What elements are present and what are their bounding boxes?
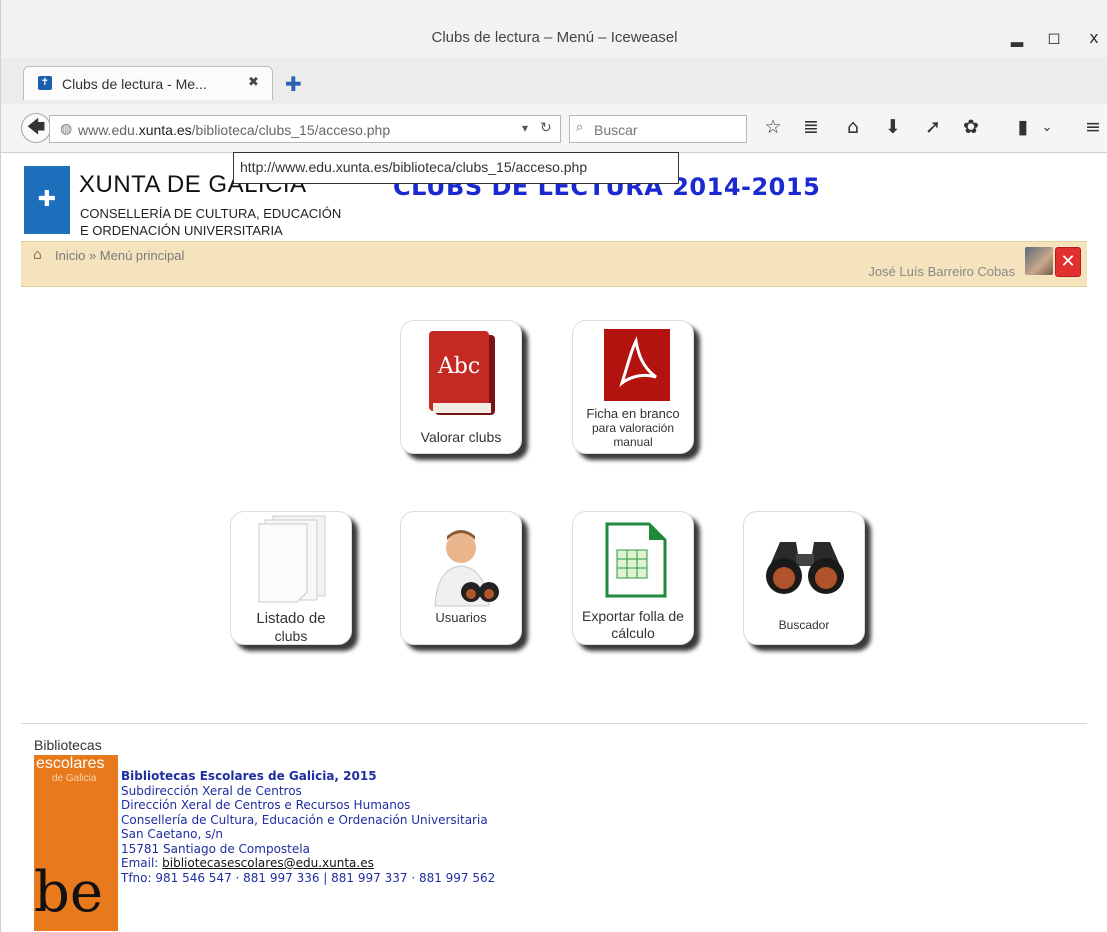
site-favicon-icon: ✝ xyxy=(38,76,52,90)
tile-label-line-2: clubs xyxy=(274,628,308,644)
email-link[interactable]: bibliotecasescolares@edu.xunta.es xyxy=(162,856,374,870)
home-icon[interactable]: ⌂ xyxy=(841,116,865,138)
navigation-bar: 🡄 ◍ www.edu.xunta.es/biblioteca/clubs_15… xyxy=(1,104,1107,153)
email-label: Email: xyxy=(121,856,163,870)
tile-label-line-1: Exportar folla de xyxy=(582,608,684,624)
back-arrow-icon[interactable]: 🡄 xyxy=(21,113,51,143)
browser-window: Clubs de lectura – Menú – Iceweasel ▂ ◻ … xyxy=(0,0,1107,932)
logo-escolares: escolares xyxy=(36,755,105,772)
url-text: www.edu.xunta.es/biblioteca/clubs_15/acc… xyxy=(78,122,390,138)
home-icon[interactable]: ⌂ xyxy=(33,247,42,263)
pdf-icon xyxy=(604,329,670,401)
exportar-folla-button[interactable]: Exportar folla de cálculo xyxy=(572,511,694,645)
overflow-chevron-icon[interactable]: ⌄ xyxy=(1035,120,1059,135)
tile-label-line-3: manual xyxy=(613,435,653,449)
tab-label: Clubs de lectura - Me... xyxy=(62,76,207,92)
breadcrumb: ⌂ Inicio » Menú principal José Luís Barr… xyxy=(21,241,1087,287)
tile-label-line-2: cálculo xyxy=(611,625,655,641)
xunta-logo: ✚ xyxy=(24,166,70,234)
tab-close-icon[interactable]: ✖ xyxy=(248,75,259,90)
pocket-icon[interactable]: ✿ xyxy=(959,116,983,138)
tile-label-line-2: para valoración xyxy=(591,421,675,435)
minimize-icon[interactable]: ▂ xyxy=(1007,28,1027,48)
galicia-emblem-icon: ✚ xyxy=(37,187,57,212)
valorar-clubs-button[interactable]: Abc Valorar clubs xyxy=(400,320,522,454)
bibliotecas-logo-title: Bibliotecas xyxy=(34,737,102,753)
url-dropdown-icon[interactable]: ▾ xyxy=(522,121,528,135)
menu-hamburger-icon[interactable]: ≡ xyxy=(1081,116,1105,138)
reading-list-icon[interactable]: ≣ xyxy=(799,116,823,138)
footer-line-6: 15781 Santiago de Compostela xyxy=(121,841,310,856)
close-window-icon[interactable]: x xyxy=(1084,28,1104,48)
page-content: ✚ XUNTA DE GALICIA CONSELLERÍA DE CULTUR… xyxy=(1,153,1107,932)
footer-line-4: Consellería de Cultura, Educación e Orde… xyxy=(121,812,488,827)
downloads-icon[interactable]: ⬇ xyxy=(881,116,905,138)
footer-line-3: Dirección Xeral de Centros e Recursos Hu… xyxy=(121,798,411,812)
extension-icon[interactable]: ▮ xyxy=(1011,116,1035,138)
listado-clubs-button[interactable]: Listado de clubs xyxy=(230,511,352,645)
search-input[interactable] xyxy=(592,119,746,141)
consellaria-line-1: CONSELLERÍA DE CULTURA, EDUCACIÓN xyxy=(80,206,342,221)
footer-phones: Tfno: 981 546 547 · 881 997 336 | 881 99… xyxy=(121,870,496,885)
new-tab-icon[interactable]: ✚ xyxy=(285,72,302,96)
user-name: José Luís Barreiro Cobas xyxy=(868,264,1015,279)
reload-icon[interactable]: ↻ xyxy=(540,120,552,136)
bibliotecas-escolares-logo: escolares de Galicia be xyxy=(34,755,118,931)
tile-label-line-1: Listado de xyxy=(256,610,326,627)
ficha-branco-button[interactable]: Ficha en branco para valoración manual xyxy=(572,320,694,454)
logout-icon[interactable]: ✕ xyxy=(1055,247,1081,277)
footer-address: Bibliotecas Escolares de Galicia, 2015 S… xyxy=(121,769,495,885)
logo-mark: be xyxy=(34,860,103,925)
globe-icon: ◍ xyxy=(60,121,73,137)
share-icon[interactable]: ➚ xyxy=(921,116,945,138)
tile-label: Usuarios xyxy=(435,610,487,625)
documents-icon xyxy=(258,515,326,603)
consellaria-line-2: E ORDENACIÓN UNIVERSITARIA xyxy=(80,223,283,238)
url-prefix: www.edu. xyxy=(78,122,139,138)
url-domain: xunta.es xyxy=(138,122,192,138)
breadcrumb-text[interactable]: Inicio » Menú principal xyxy=(55,248,184,263)
footer-line-5: San Caetano, s/n xyxy=(121,827,224,841)
avatar xyxy=(1025,247,1053,275)
tile-label-line-1: Ficha en branco xyxy=(586,406,680,421)
book-cover-text: Abc xyxy=(437,354,480,379)
binoculars-icon xyxy=(766,542,844,594)
url-tooltip: http://www.edu.xunta.es/biblioteca/clubs… xyxy=(233,152,679,184)
tile-label: Valorar clubs xyxy=(420,429,502,445)
footer-line-2: Subdirección Xeral de Centros xyxy=(121,783,302,798)
search-bar[interactable]: ⌕ xyxy=(569,115,747,143)
usuarios-button[interactable]: Usuarios xyxy=(400,511,522,645)
buscador-button[interactable]: Buscador xyxy=(743,511,865,645)
footer-email-row: Email: bibliotecasescolares@edu.xunta.es xyxy=(121,856,495,871)
tab-strip: ✝ Clubs de lectura - Me... ✖ ✚ xyxy=(1,58,1107,105)
window-title: Clubs de lectura – Menú – Iceweasel xyxy=(431,29,678,46)
spreadsheet-icon xyxy=(605,522,667,598)
tile-label: Buscador xyxy=(778,618,830,632)
url-path: /biblioteca/clubs_15/acceso.php xyxy=(191,122,391,138)
title-bar: Clubs de lectura – Menú – Iceweasel ▂ ◻ … xyxy=(1,0,1107,58)
footer-line-1: Bibliotecas Escolares de Galicia, 2015 xyxy=(121,769,377,783)
user-binoculars-icon xyxy=(434,530,499,607)
search-icon: ⌕ xyxy=(576,120,584,135)
logo-galicia: de Galicia xyxy=(52,773,97,784)
bookmark-star-icon[interactable]: ☆ xyxy=(761,116,785,138)
url-bar[interactable]: ◍ www.edu.xunta.es/biblioteca/clubs_15/a… xyxy=(49,115,561,143)
tab-clubs-lectura[interactable]: ✝ Clubs de lectura - Me... ✖ xyxy=(23,66,273,100)
page-footer: Bibliotecas escolares de Galicia be Bibl… xyxy=(1,723,1107,932)
book-icon: Abc xyxy=(429,331,495,415)
maximize-icon[interactable]: ◻ xyxy=(1044,28,1064,48)
